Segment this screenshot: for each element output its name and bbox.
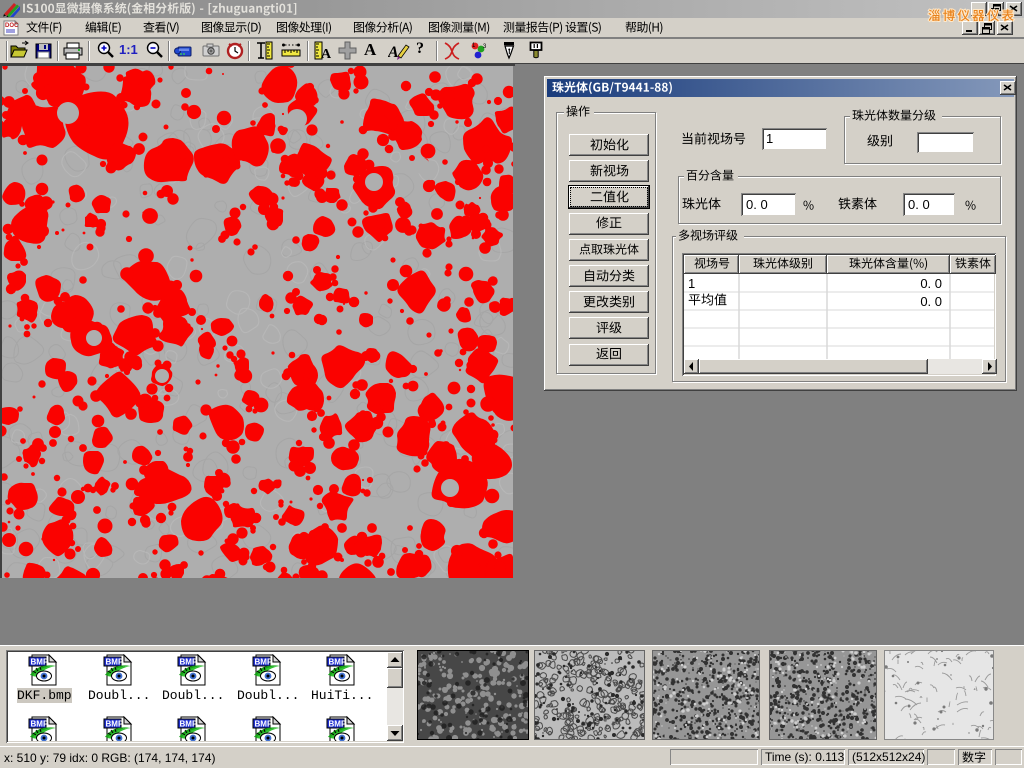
svg-text:3: 3 — [483, 44, 487, 50]
svg-text:A: A — [321, 47, 332, 62]
svg-text:A: A — [388, 44, 399, 61]
svg-text:DOC: DOC — [5, 23, 19, 29]
